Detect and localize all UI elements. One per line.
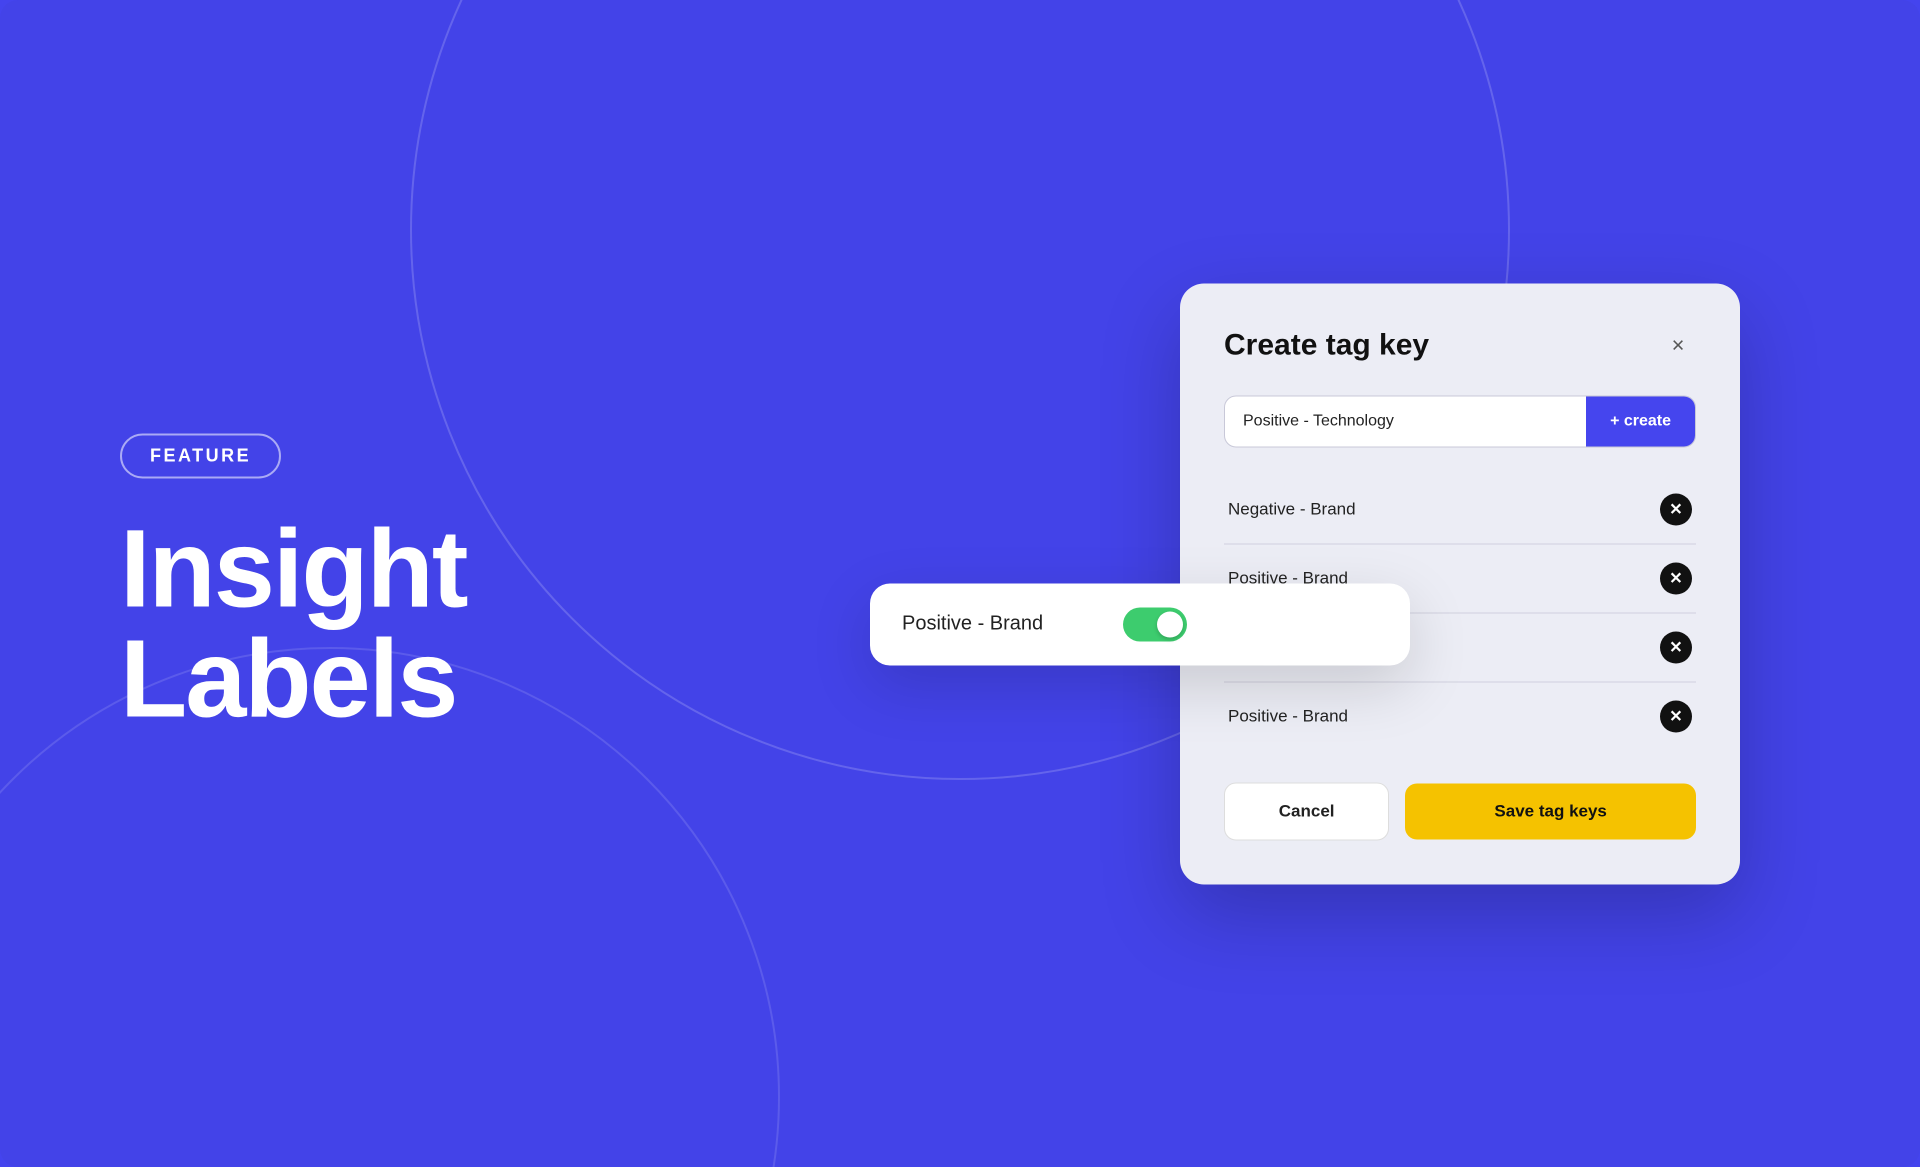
toggle-switch[interactable] [1123,607,1187,641]
create-button[interactable]: + create [1586,396,1695,446]
title-line2: Labels [120,624,467,734]
tag-delete-button[interactable]: ✕ [1660,700,1692,732]
tag-delete-button[interactable]: ✕ [1660,493,1692,525]
create-row: + create [1224,395,1696,447]
main-title: Insight Labels [120,514,467,734]
modal-header: Create tag key × [1224,327,1696,363]
save-button[interactable]: Save tag keys [1405,783,1696,839]
tag-delete-button[interactable]: ✕ [1660,631,1692,663]
tag-label: Negative - Brand [1228,499,1356,519]
tag-item: Negative - Brand ✕ [1224,475,1696,544]
modal-title: Create tag key [1224,328,1429,362]
cancel-button[interactable]: Cancel [1224,782,1389,840]
tag-delete-button[interactable]: ✕ [1660,562,1692,594]
tag-key-input[interactable] [1225,396,1586,446]
feature-badge: FEATURE [120,433,281,478]
toggle-slider [1123,607,1187,641]
modal-footer: Cancel Save tag keys [1224,782,1696,840]
tooltip-card: Positive - Brand [870,583,1410,665]
close-button[interactable]: × [1660,327,1696,363]
tag-item: Positive - Brand ✕ [1224,682,1696,750]
tag-label: Positive - Brand [1228,706,1348,726]
left-panel: FEATURE Insight Labels [120,433,467,734]
tooltip-label: Positive - Brand [902,613,1043,636]
dialog-area: Positive - Brand Create tag key × + crea… [1180,283,1740,884]
title-line1: Insight [120,514,467,624]
main-background: FEATURE Insight Labels Positive - Brand … [0,0,1920,1167]
